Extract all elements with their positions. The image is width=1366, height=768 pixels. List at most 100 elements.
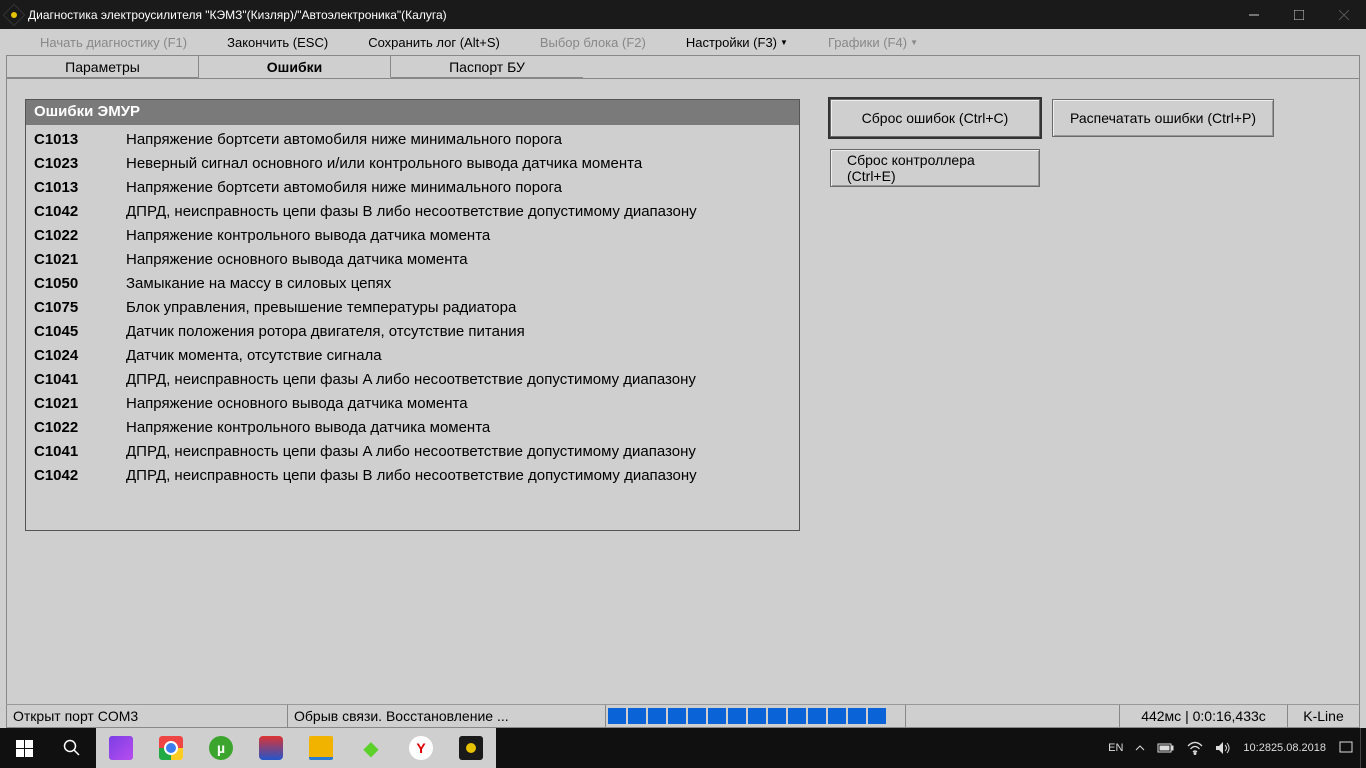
search-button[interactable] — [48, 728, 96, 768]
tab-parameters[interactable]: Параметры — [7, 56, 199, 78]
error-description: Напряжение основного вывода датчика моме… — [126, 392, 791, 416]
tray-notifications-icon[interactable] — [1332, 728, 1360, 768]
error-code: C1050 — [34, 272, 126, 296]
close-button[interactable] — [1321, 0, 1366, 29]
status-connection: Обрыв связи. Восстановление ... — [288, 705, 606, 728]
taskbar-app-ccleaner[interactable] — [246, 728, 296, 768]
window-title: Диагностика электроусилителя "КЭМЗ"(Кизл… — [28, 8, 447, 22]
system-tray: EN 10:28 25.08.2018 — [1102, 728, 1366, 768]
tray-time: 10:28 — [1243, 741, 1271, 755]
charts-menu[interactable]: Графики (F4)▼ — [808, 35, 938, 50]
reset-controller-button[interactable]: Сброс контроллера (Ctrl+E) — [830, 149, 1040, 187]
error-code: C1021 — [34, 248, 126, 272]
save-log-button[interactable]: Сохранить лог (Alt+S) — [348, 35, 520, 50]
error-row[interactable]: C1045Датчик положения ротора двигателя, … — [26, 320, 799, 344]
error-row[interactable]: C1013Напряжение бортсети автомобиля ниже… — [26, 176, 799, 200]
tray-language[interactable]: EN — [1102, 728, 1129, 768]
error-description: Напряжение контрольного вывода датчика м… — [126, 416, 791, 440]
taskbar-app-alice[interactable] — [96, 728, 146, 768]
error-code: C1022 — [34, 416, 126, 440]
tab-bar: Параметры Ошибки Паспорт БУ — [6, 55, 1360, 78]
error-row[interactable]: C1021Напряжение основного вывода датчика… — [26, 248, 799, 272]
error-description: Замыкание на массу в силовых цепях — [126, 272, 791, 296]
tray-battery-icon[interactable] — [1151, 728, 1181, 768]
errors-list-header: Ошибки ЭМУР — [26, 100, 799, 125]
error-code: C1022 — [34, 224, 126, 248]
error-description: Напряжение бортсети автомобиля ниже мини… — [126, 128, 791, 152]
taskbar-app-explorer[interactable] — [296, 728, 346, 768]
error-description: ДПРД, неисправность цепи фазы A либо нес… — [126, 440, 791, 464]
errors-list-body: C1013Напряжение бортсети автомобиля ниже… — [26, 125, 799, 491]
tab-errors[interactable]: Ошибки — [199, 56, 391, 78]
taskbar-app-diagnostics[interactable] — [446, 728, 496, 768]
chevron-down-icon: ▼ — [780, 38, 788, 47]
error-row[interactable]: C1023Неверный сигнал основного и/или кон… — [26, 152, 799, 176]
error-description: Неверный сигнал основного и/или контроль… — [126, 152, 791, 176]
error-description: Напряжение контрольного вывода датчика м… — [126, 224, 791, 248]
title-bar: Диагностика электроусилителя "КЭМЗ"(Кизл… — [0, 0, 1366, 29]
error-row[interactable]: C1042ДПРД, неисправность цепи фазы B либ… — [26, 200, 799, 224]
status-protocol: K-Line — [1288, 705, 1360, 728]
app-body: Начать диагностику (F1) Закончить (ESC) … — [0, 29, 1366, 728]
taskbar-app-yandex[interactable]: Y — [396, 728, 446, 768]
error-description: Блок управления, превышение температуры … — [126, 296, 791, 320]
error-description: ДПРД, неисправность цепи фазы B либо нес… — [126, 464, 791, 488]
error-row[interactable]: C1041ДПРД, неисправность цепи фазы A либ… — [26, 440, 799, 464]
error-code: C1042 — [34, 464, 126, 488]
error-row[interactable]: C1021Напряжение основного вывода датчика… — [26, 392, 799, 416]
error-code: C1023 — [34, 152, 126, 176]
settings-menu[interactable]: Настройки (F3)▼ — [666, 35, 808, 50]
error-description: ДПРД, неисправность цепи фазы B либо нес… — [126, 200, 791, 224]
error-row[interactable]: C1022Напряжение контрольного вывода датч… — [26, 416, 799, 440]
error-row[interactable]: C1042ДПРД, неисправность цепи фазы B либ… — [26, 464, 799, 488]
status-progress — [606, 705, 906, 728]
app-icon — [3, 3, 26, 26]
start-diagnostics-button[interactable]: Начать диагностику (F1) — [20, 35, 207, 50]
tab-passport[interactable]: Паспорт БУ — [391, 56, 583, 78]
error-code: C1045 — [34, 320, 126, 344]
start-button[interactable] — [0, 728, 48, 768]
error-code: C1041 — [34, 368, 126, 392]
status-bar: Открыт порт COM3 Обрыв связи. Восстановл… — [6, 704, 1360, 728]
tray-expand-icon[interactable] — [1129, 728, 1151, 768]
chevron-down-icon: ▼ — [910, 38, 918, 47]
print-errors-button[interactable]: Распечатать ошибки (Ctrl+P) — [1052, 99, 1274, 137]
error-row[interactable]: C1075Блок управления, превышение темпера… — [26, 296, 799, 320]
clear-errors-button[interactable]: Сброс ошибок (Ctrl+C) — [830, 99, 1040, 137]
windows-icon — [16, 740, 33, 757]
error-row[interactable]: C1024Датчик момента, отсутствие сигнала — [26, 344, 799, 368]
maximize-button[interactable] — [1276, 0, 1321, 29]
search-icon — [63, 739, 81, 757]
error-description: Напряжение бортсети автомобиля ниже мини… — [126, 176, 791, 200]
show-desktop-button[interactable] — [1360, 728, 1366, 768]
error-description: Датчик положения ротора двигателя, отсут… — [126, 320, 791, 344]
error-code: C1041 — [34, 440, 126, 464]
tray-wifi-icon[interactable] — [1181, 728, 1209, 768]
stop-diagnostics-button[interactable]: Закончить (ESC) — [207, 35, 348, 50]
taskbar-app-utorrent[interactable]: µ — [196, 728, 246, 768]
status-spacer — [906, 705, 1120, 728]
error-code: C1042 — [34, 200, 126, 224]
error-row[interactable]: C1013Напряжение бортсети автомобиля ниже… — [26, 128, 799, 152]
tray-date: 25.08.2018 — [1271, 741, 1326, 755]
error-code: C1013 — [34, 128, 126, 152]
error-description: Датчик момента, отсутствие сигнала — [126, 344, 791, 368]
minimize-button[interactable] — [1231, 0, 1276, 29]
error-description: Напряжение основного вывода датчика моме… — [126, 248, 791, 272]
tray-volume-icon[interactable] — [1209, 728, 1237, 768]
error-row[interactable]: C1050Замыкание на массу в силовых цепях — [26, 272, 799, 296]
error-code: C1024 — [34, 344, 126, 368]
taskbar: µ ◆ Y EN 10:28 25.08.2018 — [0, 728, 1366, 768]
error-row[interactable]: C1041ДПРД, неисправность цепи фазы A либ… — [26, 368, 799, 392]
error-row[interactable]: C1022Напряжение контрольного вывода датч… — [26, 224, 799, 248]
error-code: C1075 — [34, 296, 126, 320]
error-code: C1013 — [34, 176, 126, 200]
errors-list: Ошибки ЭМУР C1013Напряжение бортсети авт… — [25, 99, 800, 531]
tab-content: Ошибки ЭМУР C1013Напряжение бортсети авт… — [6, 78, 1360, 705]
taskbar-app-chrome[interactable] — [146, 728, 196, 768]
tray-clock[interactable]: 10:28 25.08.2018 — [1237, 728, 1332, 768]
taskbar-app-sims[interactable]: ◆ — [346, 728, 396, 768]
error-description: ДПРД, неисправность цепи фазы A либо нес… — [126, 368, 791, 392]
action-buttons: Сброс ошибок (Ctrl+C) Распечатать ошибки… — [830, 99, 1300, 187]
select-block-button[interactable]: Выбор блока (F2) — [520, 35, 666, 50]
